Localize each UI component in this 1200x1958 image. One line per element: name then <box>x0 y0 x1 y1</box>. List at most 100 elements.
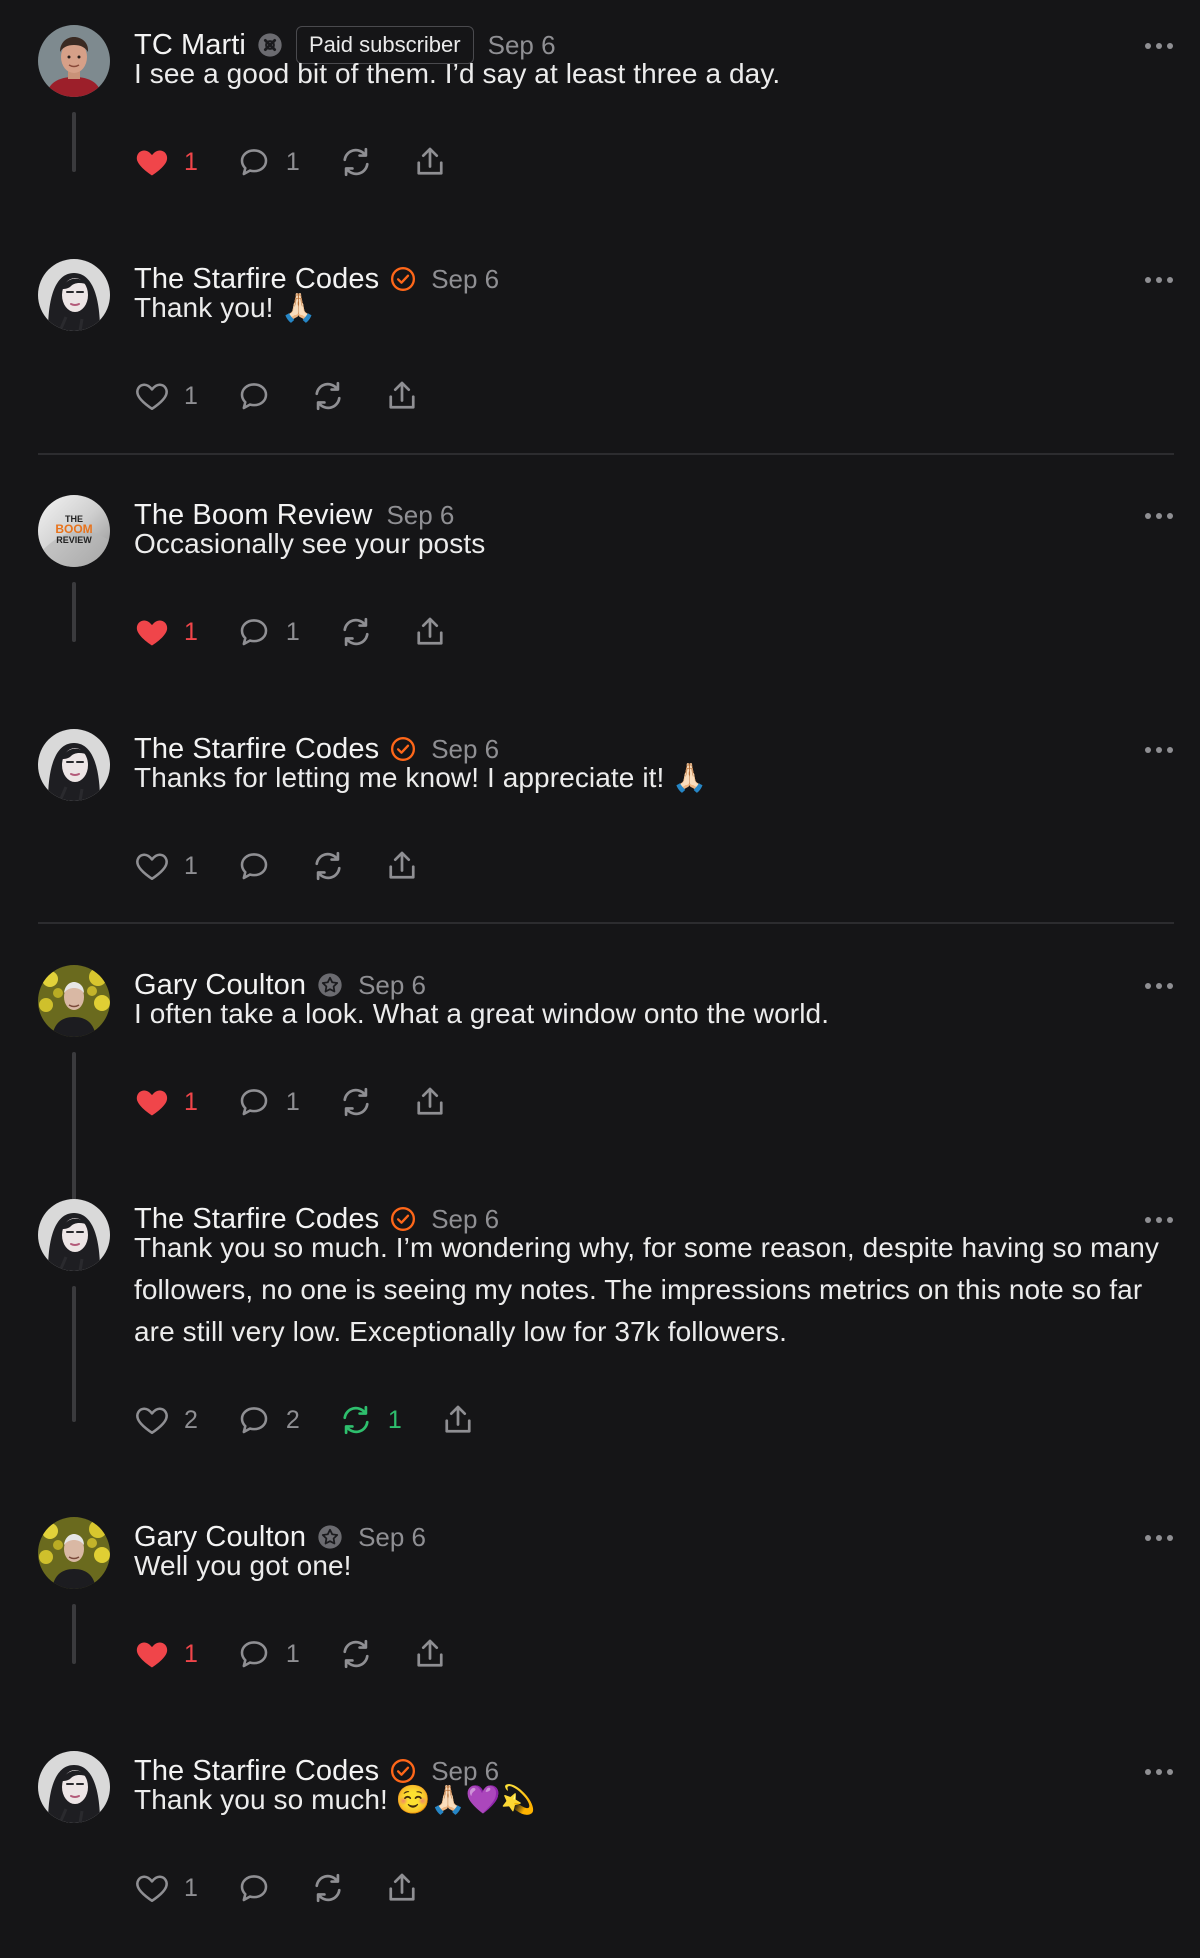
like-count: 1 <box>184 617 198 646</box>
restack-button[interactable] <box>338 144 374 180</box>
note-item: THE BOOM REVIEW The Boom Review Sep 6 Occasio… <box>0 492 1200 702</box>
like-button[interactable]: 1 <box>134 378 198 414</box>
note-actions: 11 <box>134 1082 486 1122</box>
like-count: 1 <box>184 1873 198 1902</box>
note-text: Thank you! 🙏🏻 <box>134 292 317 323</box>
like-count: 1 <box>184 147 198 176</box>
comment-count: 1 <box>285 617 300 646</box>
note-actions: 11 <box>134 612 486 652</box>
avatar-the-starfire-codes[interactable] <box>38 259 110 331</box>
share-icon <box>440 1402 476 1438</box>
share-button[interactable] <box>384 378 420 414</box>
note-text: I often take a look. What a great window… <box>134 998 830 1029</box>
share-icon <box>412 614 448 650</box>
avatar-gary-coulton[interactable] <box>38 965 110 1037</box>
thread-divider <box>38 922 1174 924</box>
share-button[interactable] <box>440 1402 476 1438</box>
note-text: Occasionally see your posts <box>134 528 486 559</box>
share-button[interactable] <box>412 144 448 180</box>
share-button[interactable] <box>384 1870 420 1906</box>
note-item: The Starfire Codes Sep 6 Thank you! 🙏🏻 1 <box>0 256 1200 466</box>
comment-icon <box>236 1402 272 1438</box>
share-button[interactable] <box>412 1084 448 1120</box>
comment-button[interactable]: 1 <box>236 1636 300 1672</box>
share-icon <box>412 1084 448 1120</box>
thread-connector-line <box>72 1604 76 1664</box>
comment-button[interactable] <box>236 848 272 884</box>
comment-button[interactable]: 1 <box>236 614 300 650</box>
note-actions: 2 2 1 <box>134 1400 514 1440</box>
note-text: I see a good bit of them. I’d say at lea… <box>134 58 781 89</box>
share-icon <box>384 1870 420 1906</box>
avatar-tc-marti[interactable] <box>38 25 110 97</box>
note-text: Thank you so much. I’m wondering why, fo… <box>134 1232 1160 1347</box>
restack-button[interactable] <box>310 1870 346 1906</box>
comment-icon <box>236 848 272 884</box>
restack-icon <box>338 1636 374 1672</box>
restack-icon <box>310 848 346 884</box>
heart-filled-icon <box>134 1084 170 1120</box>
restack-icon <box>338 1084 374 1120</box>
avatar-the-starfire-codes[interactable] <box>38 1751 110 1823</box>
like-button[interactable]: 1 <box>134 614 198 650</box>
svg-text:REVIEW: REVIEW <box>56 535 92 545</box>
like-button[interactable]: 1 <box>134 1870 198 1906</box>
note-actions: 11 <box>134 142 486 182</box>
thread-divider <box>38 453 1174 455</box>
heart-filled-icon <box>134 614 170 650</box>
note-actions: 1 <box>134 376 458 416</box>
share-icon <box>412 144 448 180</box>
comment-button[interactable]: 2 <box>236 1402 300 1438</box>
thread-connector-line <box>72 1286 76 1422</box>
avatar-the-boom-review[interactable]: THE BOOM REVIEW <box>38 495 110 567</box>
share-button[interactable] <box>412 614 448 650</box>
like-count: 1 <box>184 381 198 410</box>
svg-text:BOOM: BOOM <box>55 522 92 536</box>
like-count: 1 <box>184 851 198 880</box>
heart-icon <box>134 1870 170 1906</box>
restack-count: 1 <box>387 1405 402 1434</box>
comment-button[interactable]: 1 <box>236 144 300 180</box>
note-text: Thanks for letting me know! I appreciate… <box>134 762 708 793</box>
share-button[interactable] <box>412 1636 448 1672</box>
restack-button[interactable] <box>310 378 346 414</box>
note-item: The Starfire Codes Sep 6 Thank you so much… <box>0 1196 1200 1435</box>
share-button[interactable] <box>384 848 420 884</box>
heart-icon <box>134 378 170 414</box>
like-count: 1 <box>184 1087 198 1116</box>
restack-icon <box>310 1870 346 1906</box>
restack-button[interactable] <box>338 614 374 650</box>
comment-icon <box>236 1084 272 1120</box>
restack-button[interactable]: 1 <box>338 1402 402 1438</box>
like-button[interactable]: 1 <box>134 1084 198 1120</box>
like-button[interactable]: 1 <box>134 848 198 884</box>
comment-icon <box>236 1636 272 1672</box>
comment-button[interactable] <box>236 1870 272 1906</box>
like-button[interactable]: 1 <box>134 1636 198 1672</box>
share-icon <box>412 1636 448 1672</box>
restack-button[interactable] <box>338 1636 374 1672</box>
avatar-the-starfire-codes[interactable] <box>38 729 110 801</box>
like-button[interactable]: 1 <box>134 144 198 180</box>
note-text: Thank you so much! ☺️🙏🏻💜💫 <box>134 1784 536 1815</box>
thread-connector-line <box>72 582 76 642</box>
comment-count: 2 <box>285 1405 300 1434</box>
restack-button[interactable] <box>310 848 346 884</box>
thread-connector-line <box>72 112 76 172</box>
restack-button[interactable] <box>338 1084 374 1120</box>
note-item: Gary Coulton Sep 6 Well you got one! 1 1 <box>0 1514 1200 1724</box>
like-button[interactable]: 2 <box>134 1402 198 1438</box>
avatar-the-starfire-codes[interactable] <box>38 1199 110 1271</box>
comment-count: 1 <box>285 1639 300 1668</box>
restack-icon <box>338 1402 374 1438</box>
share-icon <box>384 848 420 884</box>
restack-icon <box>338 614 374 650</box>
note-actions: 11 <box>134 1634 486 1674</box>
comment-count: 1 <box>285 147 300 176</box>
note-actions: 1 <box>134 1868 458 1908</box>
note-actions: 1 <box>134 846 458 886</box>
comment-button[interactable]: 1 <box>236 1084 300 1120</box>
avatar-gary-coulton[interactable] <box>38 1517 110 1589</box>
note-item: The Starfire Codes Sep 6 Thank you so much… <box>0 1748 1200 1958</box>
comment-button[interactable] <box>236 378 272 414</box>
